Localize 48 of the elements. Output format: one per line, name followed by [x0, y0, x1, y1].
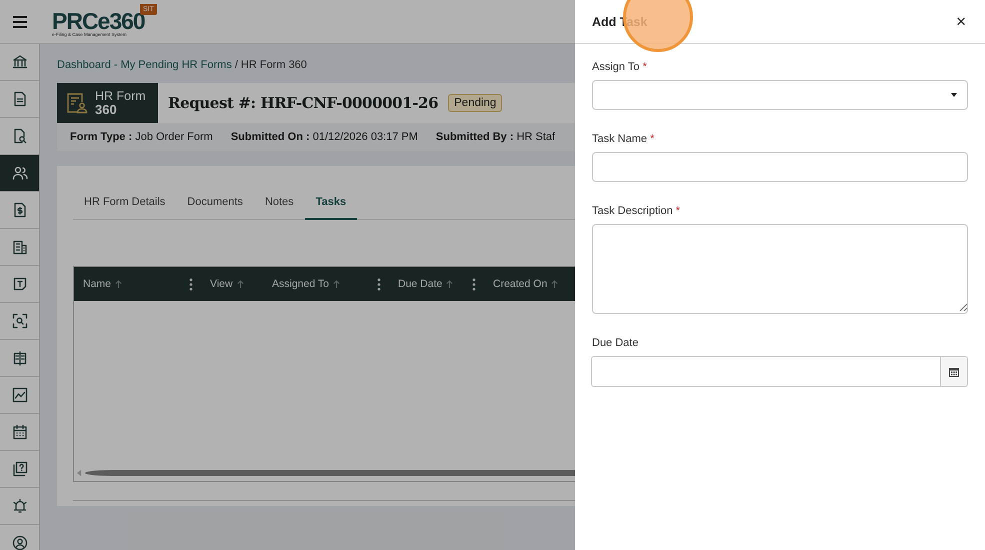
select-field[interactable] [592, 80, 968, 110]
tab[interactable]: Tasks [304, 186, 358, 220]
file-search-icon [12, 128, 28, 144]
caret-icon [951, 93, 957, 97]
scroll-left-arrow-icon [77, 469, 82, 477]
field-label: Task Name * [592, 133, 656, 145]
breadcrumb-separator: / [234, 59, 238, 71]
meta-field: Submitted On : 01/12/2026 03:17 PM [230, 131, 418, 143]
alarm-bell-icon [12, 498, 28, 514]
form-badge-label: HR Form [95, 90, 146, 103]
users-icon [12, 165, 28, 181]
resize-handle-icon [959, 303, 967, 311]
calendar-icon [12, 424, 28, 440]
dollar-document-icon [12, 202, 28, 218]
field-label: Assign To * [592, 61, 648, 73]
chart-icon [12, 387, 28, 403]
tab[interactable]: Notes [254, 186, 305, 220]
status-badge: Pending [448, 94, 502, 112]
close-button[interactable]: × [954, 12, 968, 32]
column-header[interactable]: Name [74, 278, 201, 290]
column-header[interactable]: View [201, 278, 263, 290]
bank-icon [12, 54, 28, 70]
note-icon [12, 276, 28, 292]
tab[interactable]: Documents [176, 186, 254, 220]
scan-icon [12, 313, 28, 329]
sidebar-item[interactable] [0, 155, 39, 192]
meta-field: Form Type : Job Order Form [70, 131, 213, 143]
date-field[interactable] [591, 356, 941, 387]
field-label: Due Date [592, 337, 640, 349]
calendar-button[interactable] [941, 356, 968, 387]
building-icon [12, 239, 28, 255]
form-badge-number: 360 [95, 103, 118, 116]
menu-icon [13, 16, 27, 28]
field-label: Task Description * [592, 205, 682, 217]
column-header[interactable]: Due Date [389, 278, 484, 290]
help-icon [12, 461, 28, 477]
column-header[interactable]: Assigned To [263, 278, 389, 290]
meta-field: Submitted By : HR Staf [436, 131, 556, 143]
breadcrumb-current: HR Form 360 [240, 59, 307, 71]
tab[interactable]: HR Form Details [73, 186, 176, 220]
input-field[interactable] [592, 152, 968, 182]
breadcrumb-link[interactable]: Dashboard - My Pending HR Forms [57, 59, 232, 71]
textarea-field[interactable] [592, 224, 968, 314]
form-user-icon [65, 91, 89, 115]
request-title: Request #: HRF-CNF-0000001-26 [168, 94, 438, 112]
calendar-icon [949, 366, 959, 377]
document-icon [12, 91, 28, 107]
book-icon [12, 350, 28, 366]
